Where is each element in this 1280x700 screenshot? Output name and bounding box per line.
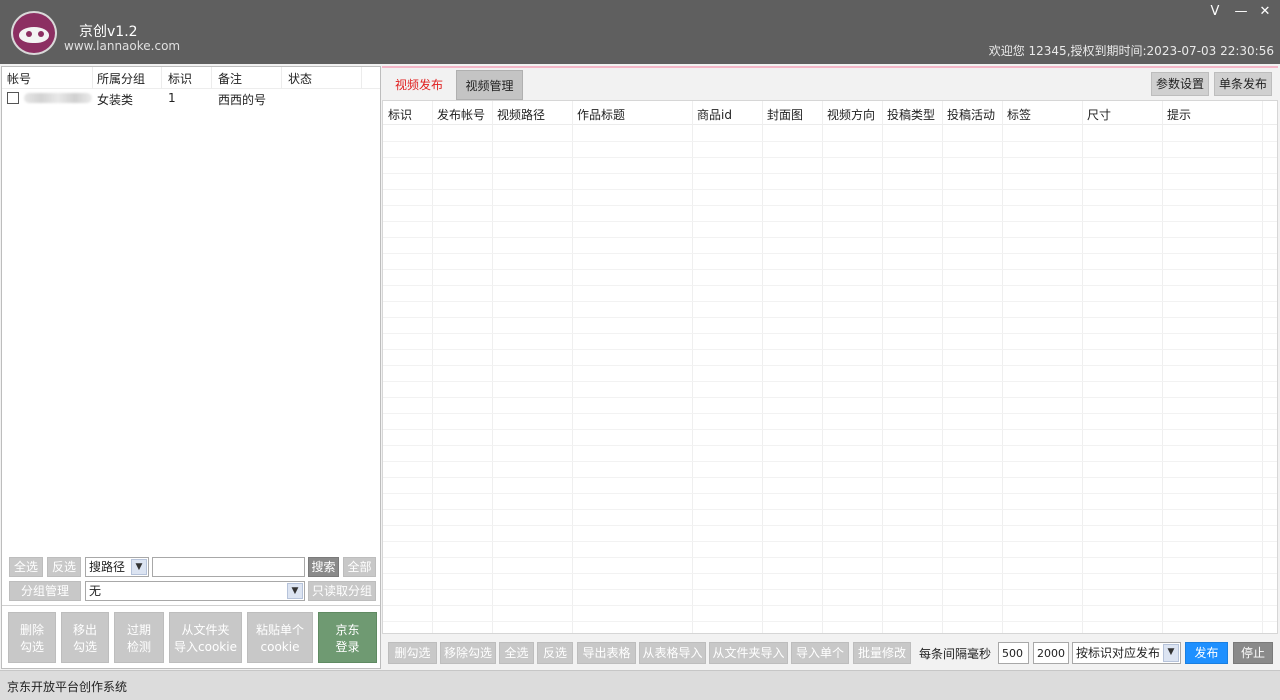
row-group: 女装类 — [97, 93, 134, 107]
col-id: 标识 — [168, 72, 193, 86]
video-table: 标识 发布帐号 视频路径 作品标题 商品id 封面图 视频方向 投稿类型 投稿活… — [382, 100, 1278, 634]
table-invert-button[interactable]: 反选 — [537, 642, 573, 664]
app-url: www.lannaoke.com — [64, 39, 181, 53]
minimize-icon[interactable]: — — [1230, 3, 1252, 21]
group-manage-button[interactable]: 分组管理 — [9, 581, 81, 601]
min-interval-input[interactable]: 500 — [998, 642, 1029, 664]
group-select[interactable]: 无 ▼ — [85, 581, 305, 601]
status-text: 京东开放平台创作系统 — [7, 680, 128, 694]
col-activity: 投稿活动 — [947, 108, 996, 122]
readonly-group-button[interactable]: 只读取分组 — [308, 581, 376, 601]
app-logo-icon — [11, 11, 57, 55]
delete-checked-button[interactable]: 删除 勾选 — [8, 612, 56, 663]
chevron-down-icon: ▼ — [287, 583, 303, 599]
chevron-down-icon: ▼ — [1163, 644, 1179, 662]
col-tag-id: 标识 — [388, 108, 413, 122]
search-type-value: 搜路径 — [89, 560, 126, 574]
col-group: 所属分组 — [97, 72, 146, 86]
col-size: 尺寸 — [1087, 108, 1112, 122]
import-cookie-folder-button[interactable]: 从文件夹 导入cookie — [169, 612, 242, 663]
publish-panel: 视频发布 视频管理 参数设置 单条发布 标识 发布帐号 视频路径 作品标题 商品… — [382, 66, 1278, 669]
close-icon[interactable]: ✕ — [1254, 3, 1276, 21]
status-bar: 京东开放平台创作系统 — [0, 670, 1280, 700]
tab-video-publish[interactable]: 视频发布 — [382, 70, 456, 100]
account-name-redacted — [24, 93, 92, 103]
col-publish-account: 发布帐号 — [437, 108, 486, 122]
chevron-down-icon: ▼ — [131, 559, 147, 575]
video-table-header: 标识 发布帐号 视频路径 作品标题 商品id 封面图 视频方向 投稿类型 投稿活… — [383, 101, 1277, 125]
col-tips: 提示 — [1167, 108, 1192, 122]
col-submit-type: 投稿类型 — [887, 108, 936, 122]
single-publish-button[interactable]: 单条发布 — [1214, 72, 1272, 96]
title-bar: 京创v1.2 www.lannaoke.com V — ✕ 欢迎您 12345,… — [0, 0, 1280, 64]
expiry-check-button[interactable]: 过期 检测 — [114, 612, 164, 663]
tab-video-manage[interactable]: 视频管理 — [456, 70, 523, 100]
publish-mode-value: 按标识对应发布 — [1076, 646, 1161, 660]
import-from-table-button[interactable]: 从表格导入 — [639, 642, 706, 664]
col-cover: 封面图 — [767, 108, 804, 122]
col-video-path: 视频路径 — [497, 108, 546, 122]
interval-label: 每条间隔毫秒 — [919, 647, 992, 661]
account-panel: 帐号 所属分组 标识 备注 状态 女装类 1 西西的号 全选 反选 搜路径 ▼ … — [1, 66, 381, 669]
col-orientation: 视频方向 — [827, 108, 876, 122]
select-all-button[interactable]: 全选 — [9, 557, 43, 577]
export-table-button[interactable]: 导出表格 — [577, 642, 636, 664]
account-row[interactable]: 女装类 1 西西的号 — [2, 89, 380, 107]
collapse-icon[interactable]: V — [1204, 3, 1226, 21]
col-note: 备注 — [218, 72, 243, 86]
app-title: 京创v1.2 — [79, 24, 138, 40]
search-button[interactable]: 搜索 — [308, 557, 339, 577]
jd-login-button[interactable]: 京东 登录 — [318, 612, 377, 663]
col-product-id: 商品id — [697, 108, 732, 122]
delete-checked-rows-button[interactable]: 删勾选 — [388, 642, 437, 664]
batch-edit-button[interactable]: 批量修改 — [853, 642, 911, 664]
publish-mode-select[interactable]: 按标识对应发布 ▼ — [1072, 642, 1181, 664]
stop-button[interactable]: 停止 — [1233, 642, 1273, 664]
row-id: 1 — [168, 91, 176, 105]
account-table-header: 帐号 所属分组 标识 备注 状态 — [2, 67, 380, 89]
row-note: 西西的号 — [218, 93, 267, 107]
publish-button[interactable]: 发布 — [1185, 642, 1228, 664]
import-single-button[interactable]: 导入单个 — [791, 642, 849, 664]
show-all-button[interactable]: 全部 — [343, 557, 376, 577]
col-account: 帐号 — [7, 72, 32, 86]
import-from-folder-button[interactable]: 从文件夹导入 — [709, 642, 788, 664]
col-tags: 标签 — [1007, 108, 1032, 122]
remove-checked-button[interactable]: 移出 勾选 — [61, 612, 109, 663]
search-type-select[interactable]: 搜路径 ▼ — [85, 557, 149, 577]
paste-cookie-button[interactable]: 粘贴单个 cookie — [247, 612, 313, 663]
group-select-value: 无 — [89, 584, 102, 598]
invert-select-button[interactable]: 反选 — [47, 557, 81, 577]
col-title: 作品标题 — [577, 108, 626, 122]
row-checkbox[interactable] — [7, 92, 19, 104]
max-interval-input[interactable]: 2000 — [1033, 642, 1069, 664]
col-status: 状态 — [288, 72, 313, 86]
table-select-all-button[interactable]: 全选 — [499, 642, 534, 664]
settings-button[interactable]: 参数设置 — [1151, 72, 1209, 96]
welcome-text: 欢迎您 12345,授权到期时间:2023-07-03 22:30:56 — [988, 44, 1274, 58]
remove-checked-rows-button[interactable]: 移除勾选 — [440, 642, 496, 664]
search-input[interactable] — [152, 557, 305, 577]
